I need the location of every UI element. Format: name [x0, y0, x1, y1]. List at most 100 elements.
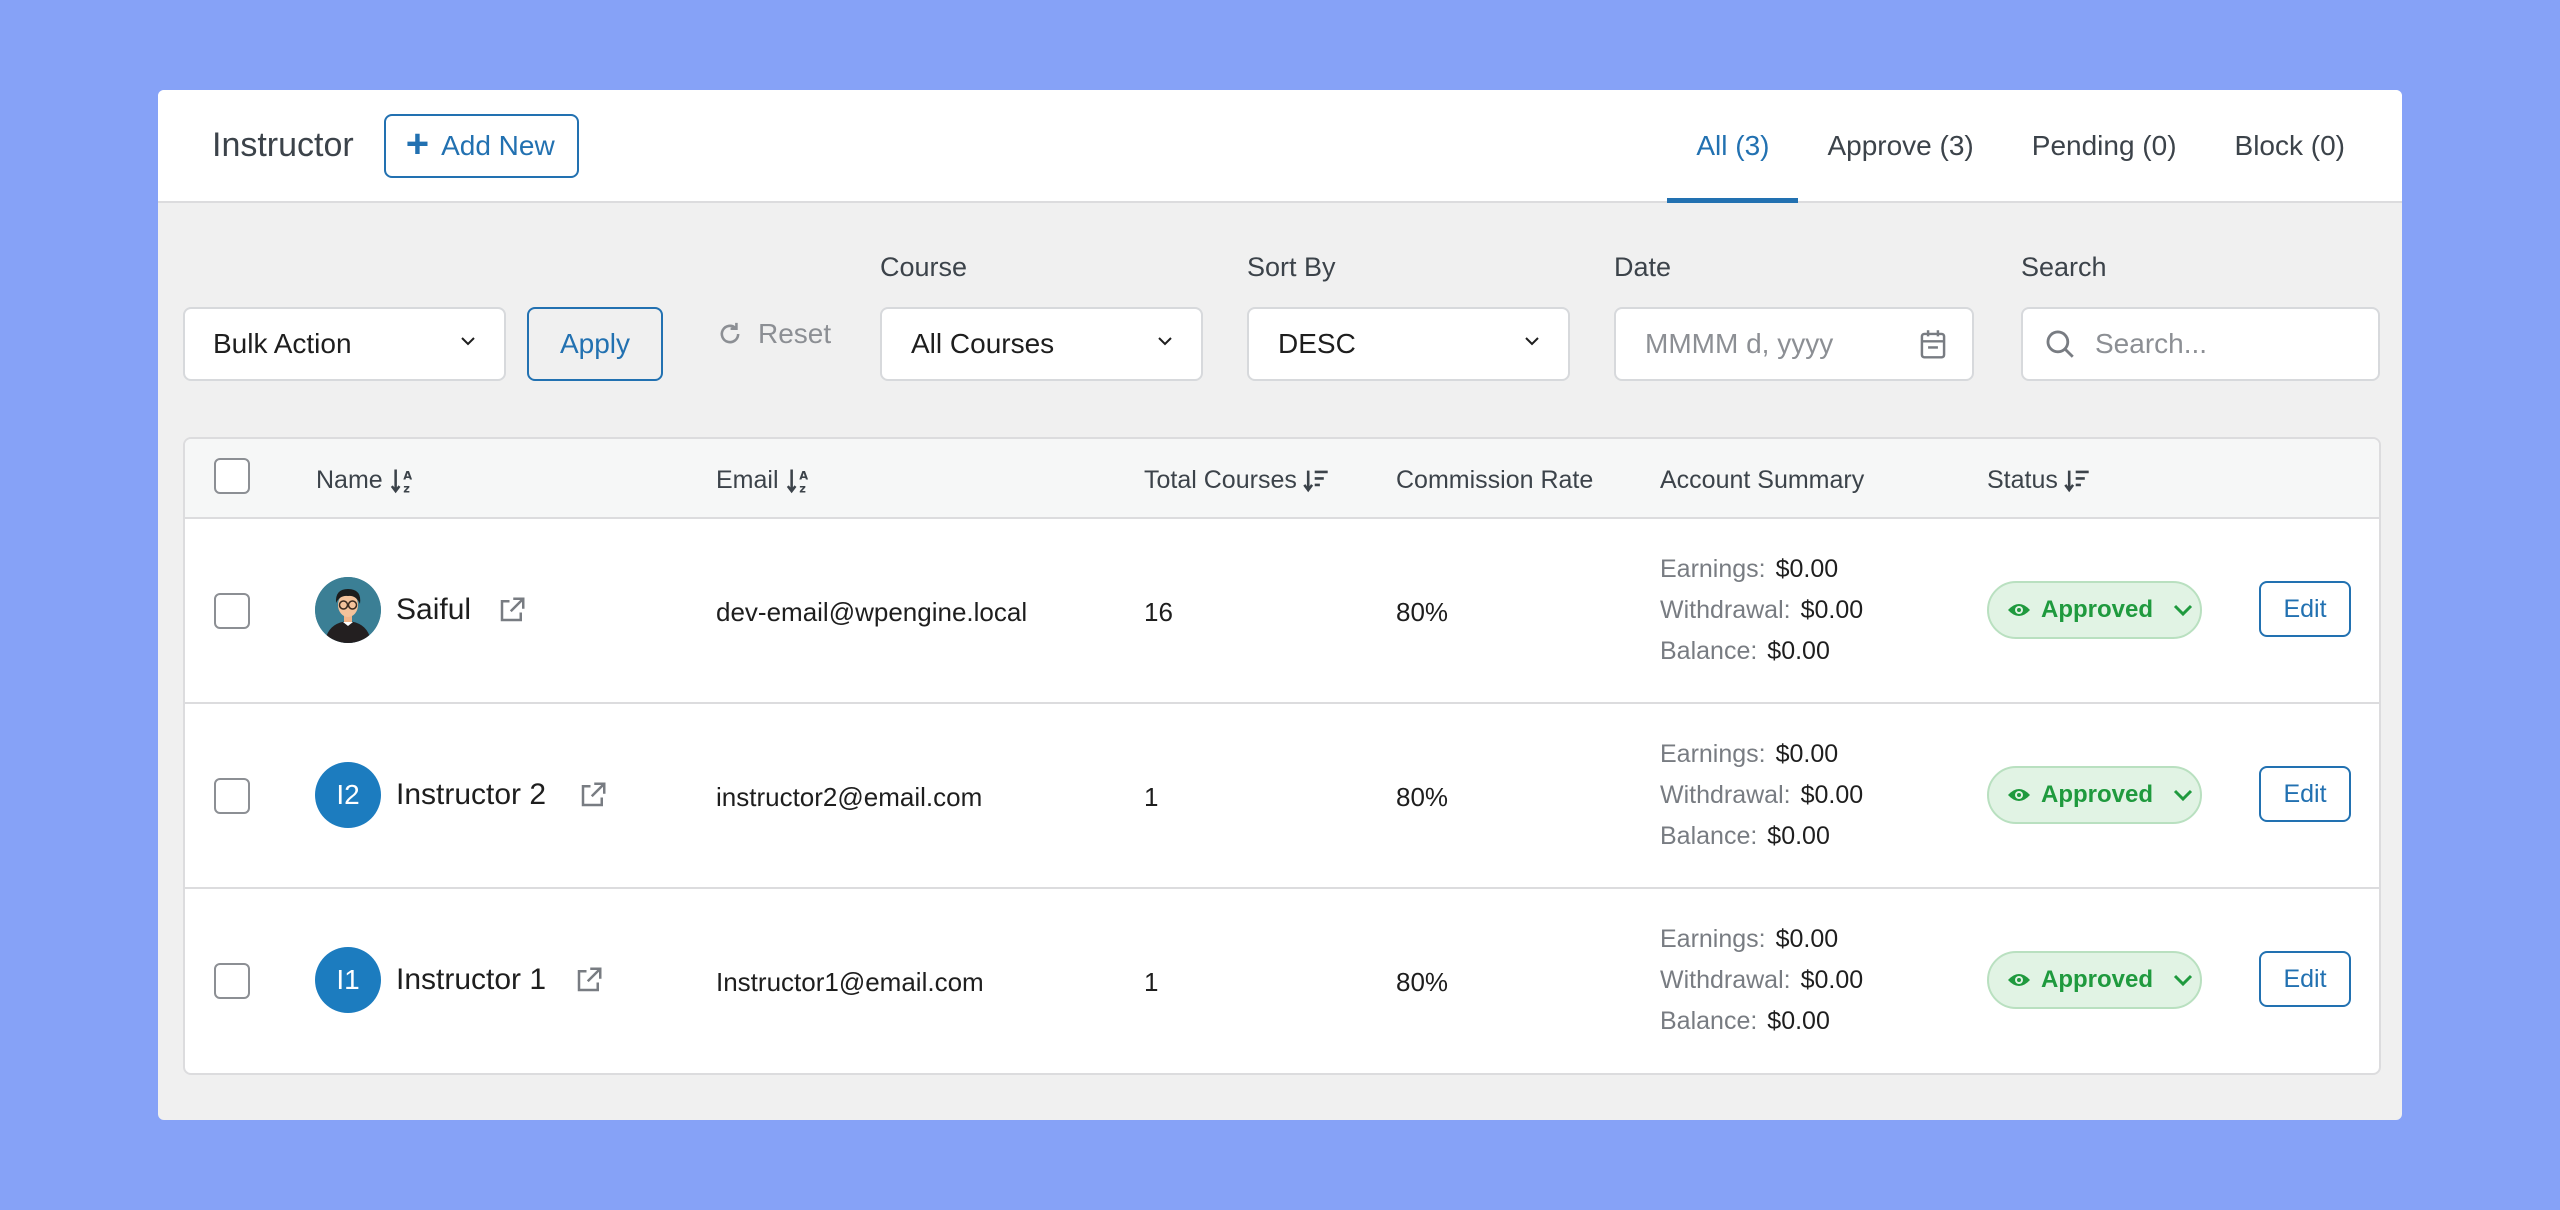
balance-label: Balance:: [1660, 637, 1758, 665]
avatar[interactable]: I1: [315, 947, 381, 1013]
status-label: Approved: [2041, 781, 2154, 808]
sort-desc-icon: [1303, 470, 1328, 492]
chevron-down-icon: [461, 337, 475, 346]
bulk-action-value: Bulk Action: [213, 328, 352, 359]
apply-button[interactable]: Apply: [527, 307, 663, 381]
sort-desc-icon: [2064, 470, 2089, 492]
column-total-courses-label: Total Courses: [1144, 466, 1297, 494]
instructor-email: Instructor1@email.com: [716, 967, 984, 997]
table-header: Name Az Email Az Total Courses Commissio…: [185, 439, 2379, 519]
course-value: All Courses: [911, 328, 1055, 359]
add-new-label: Add New: [441, 129, 555, 161]
date-label: Date: [1614, 252, 1672, 282]
total-courses: 1: [1144, 782, 1159, 812]
column-commission-rate: Commission Rate: [1396, 466, 1593, 495]
tab-all[interactable]: All (3): [1667, 90, 1799, 203]
column-account-summary-label: Account Summary: [1660, 466, 1865, 494]
balance-label: Balance:: [1660, 822, 1758, 850]
tab-block[interactable]: Block (0): [2206, 90, 2374, 201]
withdrawal-label: Withdrawal:: [1660, 781, 1791, 809]
balance-value: $0.00: [1767, 1007, 1830, 1035]
status-label: Approved: [2041, 596, 2154, 623]
date-input[interactable]: MMMM d, yyyy: [1614, 307, 1974, 381]
sort-by-label: Sort By: [1247, 252, 1336, 282]
refresh-icon: [720, 322, 740, 344]
table-row: I1 Instructor 1 Instructor1@email.com 1 …: [185, 889, 2379, 1073]
instructors-table: Name Az Email Az Total Courses Commissio…: [183, 437, 2381, 1075]
bulk-action-select[interactable]: Bulk Action: [183, 307, 506, 381]
instructor-name[interactable]: Instructor 2: [396, 778, 546, 812]
withdrawal-value: $0.00: [1800, 781, 1864, 809]
column-name[interactable]: Name Az: [316, 466, 415, 495]
external-link-icon[interactable]: [497, 595, 527, 625]
withdrawal-label: Withdrawal:: [1660, 596, 1791, 624]
sort-by-value: DESC: [1278, 328, 1356, 359]
edit-button[interactable]: Edit: [2259, 951, 2351, 1007]
column-total-courses[interactable]: Total Courses: [1144, 466, 1329, 495]
select-all-checkbox[interactable]: [214, 458, 250, 494]
external-link-icon[interactable]: [578, 780, 608, 810]
search-input[interactable]: Search...: [2021, 307, 2380, 381]
chevron-down-icon: [2173, 789, 2193, 802]
chevron-down-icon: [1525, 337, 1539, 346]
withdrawal-label: Withdrawal:: [1660, 966, 1791, 994]
external-link-icon[interactable]: [574, 965, 604, 995]
row-checkbox[interactable]: [214, 593, 250, 629]
column-name-label: Name: [316, 466, 383, 494]
search-label: Search: [2021, 252, 2107, 282]
earnings-value: $0.00: [1775, 555, 1839, 583]
earnings-label: Earnings:: [1660, 925, 1766, 953]
chevron-down-icon: [2173, 604, 2193, 617]
chevron-down-icon: [1158, 337, 1172, 346]
commission-rate: 80%: [1396, 782, 1449, 812]
sort-by-select[interactable]: DESC: [1247, 307, 1570, 381]
svg-text:z: z: [403, 481, 410, 495]
course-select[interactable]: All Courses: [880, 307, 1203, 381]
table-row: I2 Instructor 2 instructor2@email.com 1 …: [185, 704, 2379, 889]
reset-button[interactable]: Reset: [716, 318, 831, 350]
commission-rate: 80%: [1396, 967, 1449, 997]
avatar[interactable]: I2: [315, 762, 381, 828]
column-commission-rate-label: Commission Rate: [1396, 466, 1594, 494]
status-label: Approved: [2041, 966, 2154, 993]
date-placeholder: MMMM d, yyyy: [1645, 328, 1834, 359]
tab-pending[interactable]: Pending (0): [2003, 90, 2206, 201]
svg-text:z: z: [799, 481, 806, 495]
earnings-label: Earnings:: [1660, 555, 1766, 583]
total-courses: 1: [1144, 967, 1159, 997]
column-email[interactable]: Email Az: [716, 466, 811, 495]
eye-icon: [2008, 789, 2030, 801]
earnings-value: $0.00: [1775, 740, 1839, 768]
calendar-icon[interactable]: [1918, 329, 1948, 361]
instructor-email: dev-email@wpengine.local: [716, 597, 1028, 627]
eye-icon: [2008, 974, 2030, 986]
instructor-name[interactable]: Saiful: [396, 593, 471, 627]
column-status[interactable]: Status: [1987, 466, 2090, 495]
user-photo-icon: [315, 577, 381, 643]
column-email-label: Email: [716, 466, 779, 494]
search-placeholder: Search...: [2095, 328, 2208, 359]
column-status-label: Status: [1987, 466, 2058, 494]
instructor-email: instructor2@email.com: [716, 782, 983, 812]
status-dropdown[interactable]: Approved: [1987, 581, 2202, 639]
reset-label: Reset: [758, 318, 832, 349]
add-new-button[interactable]: + Add New: [383, 113, 579, 178]
row-checkbox[interactable]: [214, 963, 250, 999]
course-label: Course: [880, 252, 968, 282]
search-icon: [2046, 330, 2074, 358]
status-dropdown[interactable]: Approved: [1987, 951, 2202, 1009]
row-checkbox[interactable]: [214, 778, 250, 814]
instructor-name[interactable]: Instructor 1: [396, 963, 546, 997]
chevron-down-icon: [2173, 974, 2193, 987]
plus-icon: +: [405, 121, 430, 166]
account-summary: Earnings: $0.00 Withdrawal: $0.00 Balance:…: [1660, 549, 1863, 672]
page-title: Instructor: [212, 126, 354, 164]
tab-approve[interactable]: Approve (3): [1798, 90, 2002, 201]
status-tabs: All (3) Approve (3) Pending (0) Block (0…: [1667, 90, 2402, 203]
earnings-value: $0.00: [1775, 925, 1839, 953]
status-dropdown[interactable]: Approved: [1987, 766, 2202, 824]
edit-button[interactable]: Edit: [2259, 766, 2351, 822]
edit-button[interactable]: Edit: [2259, 581, 2351, 637]
balance-value: $0.00: [1767, 637, 1830, 665]
avatar[interactable]: [315, 577, 381, 643]
